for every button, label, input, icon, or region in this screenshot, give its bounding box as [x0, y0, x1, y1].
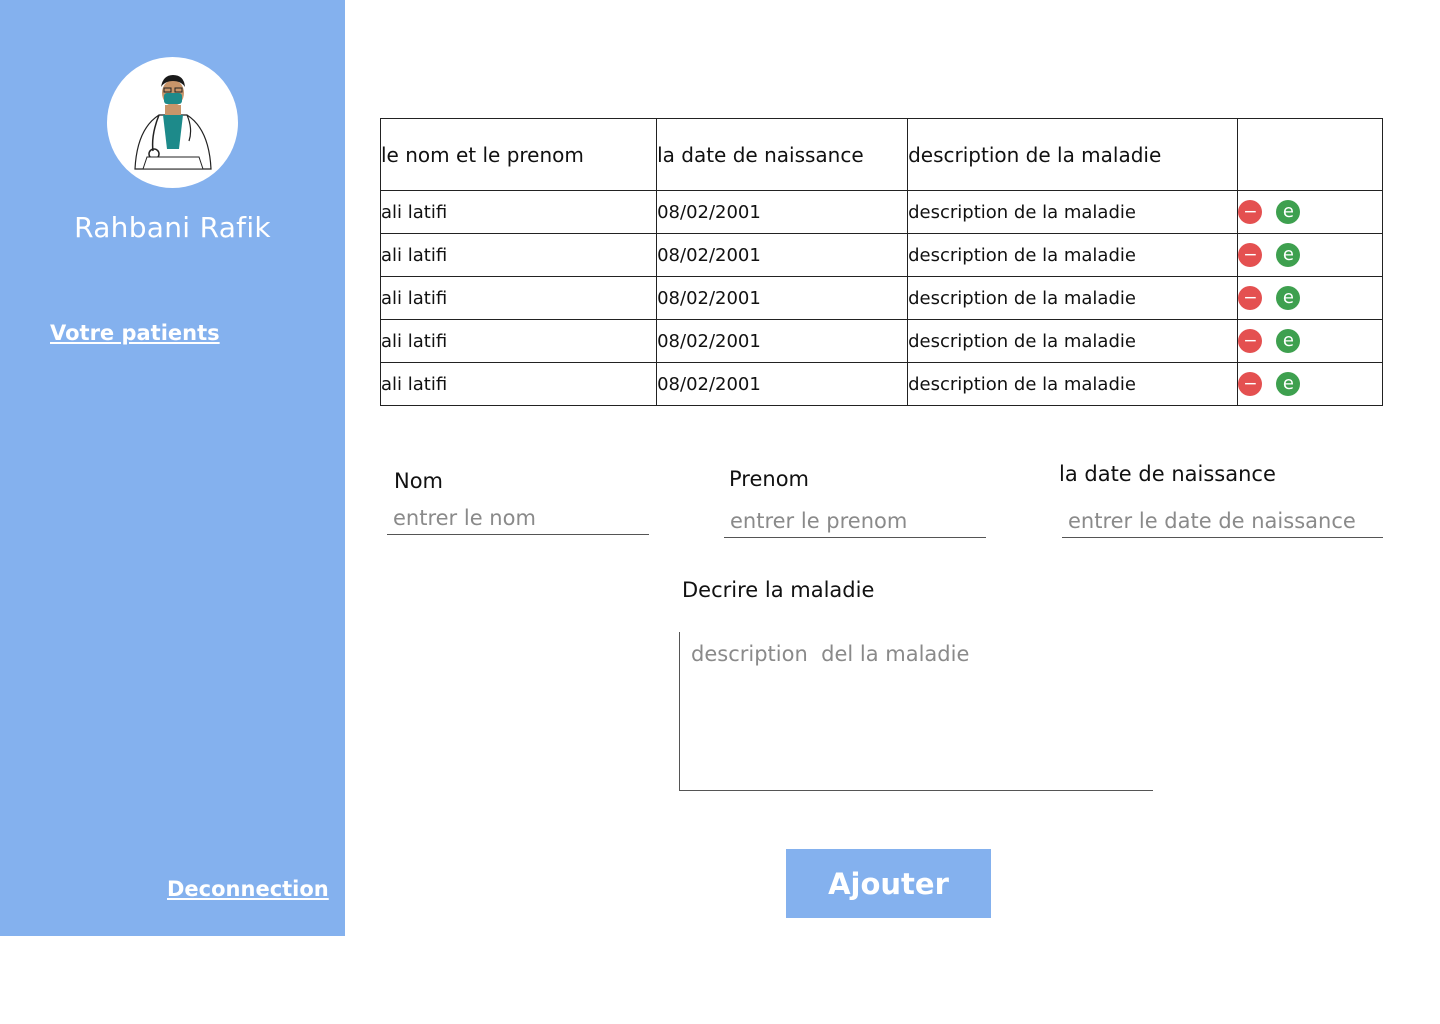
edit-icon[interactable]: e	[1276, 200, 1301, 224]
delete-icon[interactable]: −	[1238, 243, 1263, 267]
table-header-row: le nom et le prenom la date de naissance…	[379, 118, 1383, 191]
cell-description: description de la maladie	[907, 233, 1239, 277]
sidebar: Rahbani Rafik Votre patients Deconnectio…	[0, 0, 345, 936]
table-row: ali latifi 08/02/2001 description de la …	[379, 319, 1383, 363]
delete-icon[interactable]: −	[1238, 200, 1263, 224]
birthdate-input[interactable]	[1062, 509, 1383, 538]
table-row: ali latifi 08/02/2001 description de la …	[379, 276, 1383, 320]
edit-icon[interactable]: e	[1276, 372, 1301, 396]
delete-icon[interactable]: −	[1238, 329, 1263, 353]
cell-description: description de la maladie	[907, 319, 1239, 363]
add-button[interactable]: Ajouter	[786, 849, 991, 918]
cell-name: ali latifi	[379, 190, 658, 234]
table-row: ali latifi 08/02/2001 description de la …	[379, 190, 1383, 234]
edit-icon[interactable]: e	[1276, 329, 1301, 353]
delete-icon[interactable]: −	[1238, 372, 1263, 396]
column-header-description: description de la maladie	[907, 118, 1239, 191]
cell-birthdate: 08/02/2001	[656, 190, 909, 234]
column-header-actions	[1237, 118, 1383, 191]
prenom-input[interactable]	[724, 509, 986, 538]
edit-icon[interactable]: e	[1276, 286, 1301, 310]
cell-actions: − e	[1237, 276, 1383, 320]
cell-name: ali latifi	[379, 276, 658, 320]
table-row: ali latifi 08/02/2001 description de la …	[379, 362, 1383, 406]
cell-actions: − e	[1237, 190, 1383, 234]
edit-icon[interactable]: e	[1276, 243, 1301, 267]
cell-name: ali latifi	[379, 362, 658, 406]
patients-table: le nom et le prenom la date de naissance…	[379, 118, 1383, 406]
cell-birthdate: 08/02/2001	[656, 319, 909, 363]
doctor-avatar-icon	[107, 57, 238, 188]
nom-label: Nom	[394, 469, 444, 493]
cell-description: description de la maladie	[907, 190, 1239, 234]
cell-actions: − e	[1237, 362, 1383, 406]
cell-description: description de la maladie	[907, 362, 1239, 406]
nav-patients-link[interactable]: Votre patients	[50, 321, 220, 345]
cell-actions: − e	[1237, 319, 1383, 363]
logout-link[interactable]: Deconnection	[167, 877, 329, 901]
delete-icon[interactable]: −	[1238, 286, 1263, 310]
column-header-name: le nom et le prenom	[379, 118, 658, 191]
cell-birthdate: 08/02/2001	[656, 233, 909, 277]
cell-birthdate: 08/02/2001	[656, 276, 909, 320]
description-label: Decrire la maladie	[682, 578, 875, 602]
doctor-name: Rahbani Rafik	[74, 211, 271, 244]
prenom-label: Prenom	[729, 467, 810, 491]
cell-actions: − e	[1237, 233, 1383, 277]
cell-description: description de la maladie	[907, 276, 1239, 320]
nom-input[interactable]	[387, 506, 649, 535]
cell-name: ali latifi	[379, 319, 658, 363]
table-row: ali latifi 08/02/2001 description de la …	[379, 233, 1383, 277]
column-header-birthdate: la date de naissance	[656, 118, 909, 191]
description-textarea[interactable]	[679, 632, 1153, 791]
cell-birthdate: 08/02/2001	[656, 362, 909, 406]
cell-name: ali latifi	[379, 233, 658, 277]
date-label: la date de naissance	[1059, 462, 1276, 486]
doctor-illustration	[134, 75, 212, 170]
